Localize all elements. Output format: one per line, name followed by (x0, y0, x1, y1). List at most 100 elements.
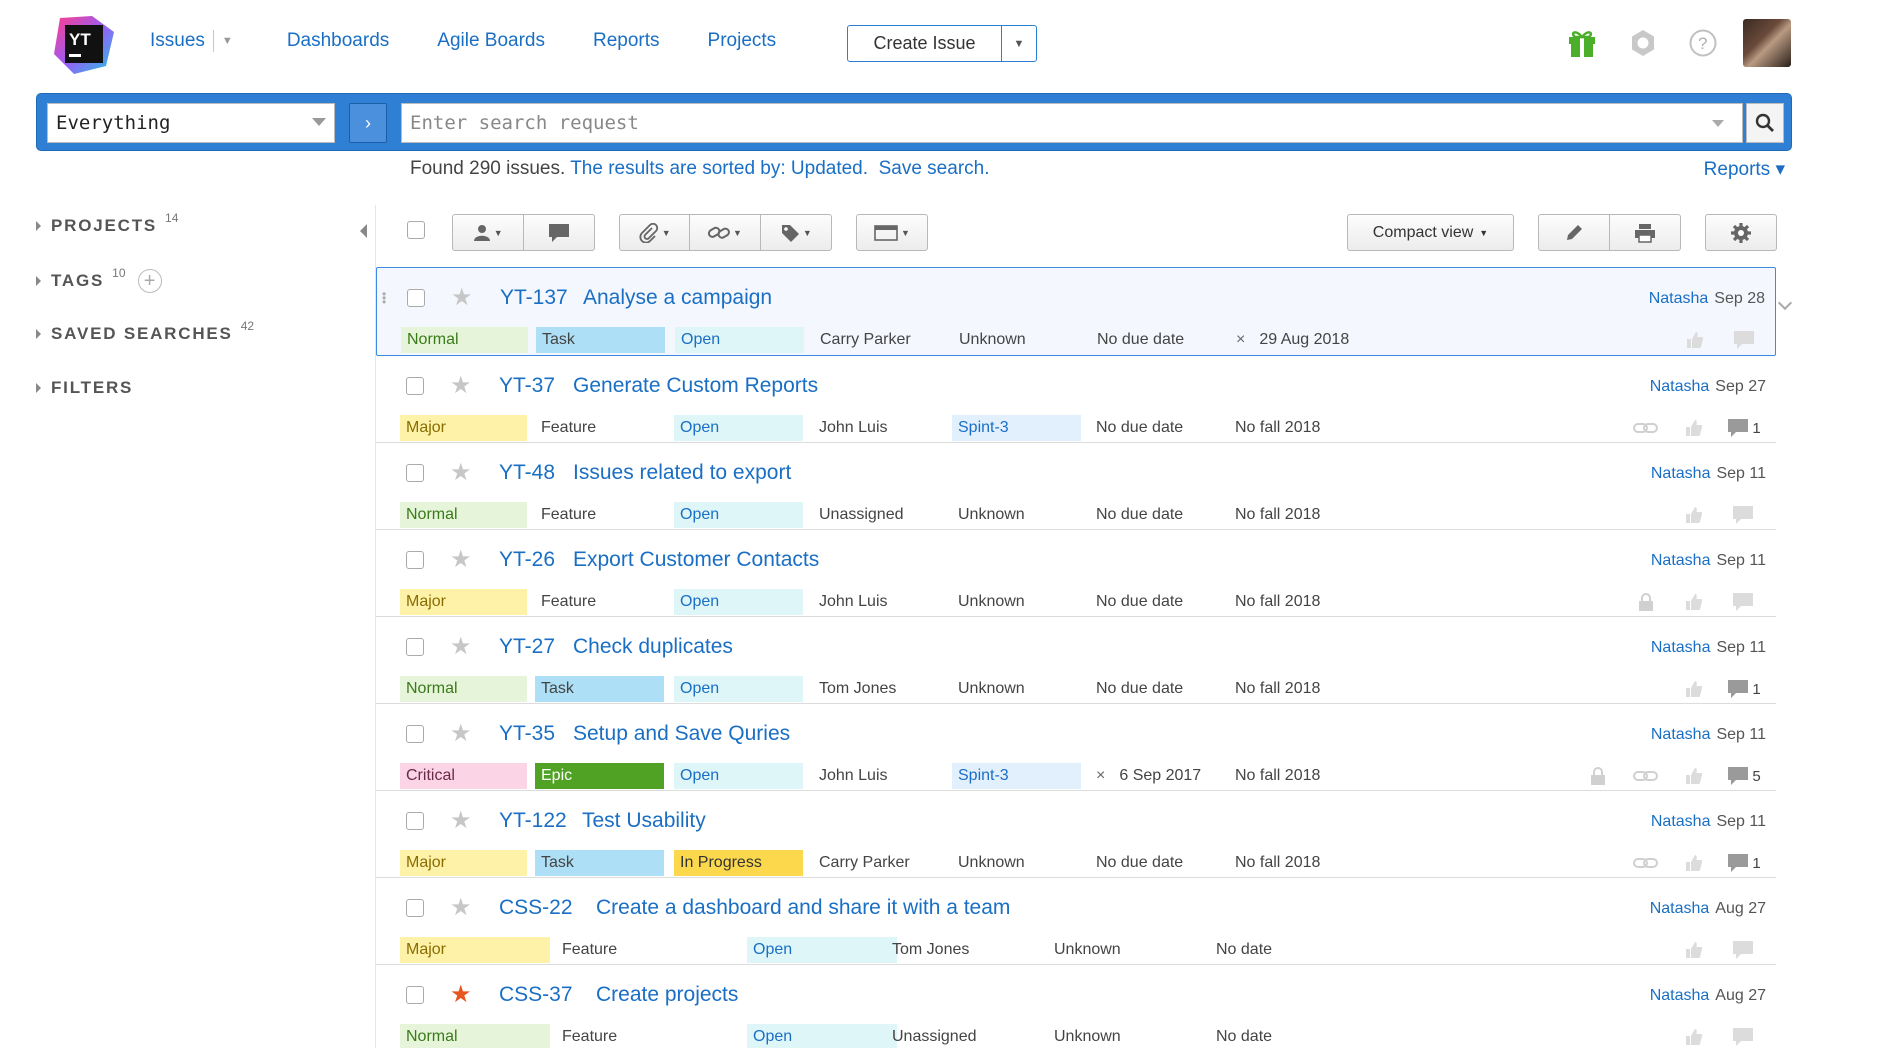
fix-version-field[interactable]: 29 Aug 2018 (1230, 327, 1355, 353)
fix-version-field[interactable]: No fall 2018 (1229, 676, 1326, 702)
assignee-field[interactable]: Tom Jones (813, 676, 902, 702)
sprint-field[interactable]: Unknown (1048, 937, 1127, 963)
issue-id[interactable]: YT-27 (499, 635, 555, 659)
user-avatar[interactable] (1743, 19, 1791, 67)
sprint-field[interactable]: Unknown (952, 850, 1031, 876)
issue-row[interactable]: ★ YT-26 Export Customer Contacts Natasha Sep… (376, 530, 1776, 617)
link-icon[interactable] (1622, 852, 1670, 874)
due-date-field[interactable]: No due date (1090, 415, 1189, 441)
due-date-field[interactable]: No due date (1090, 589, 1189, 615)
issue-row[interactable]: ★ YT-37 Generate Custom Reports Natasha Sep … (376, 356, 1776, 443)
nav-reports[interactable]: Reports (593, 30, 660, 52)
sprint-field[interactable]: Spint-3 (952, 763, 1081, 789)
type-field[interactable]: Feature (535, 502, 664, 528)
issue-row[interactable]: • • • ★ YT-137 Analyse a campaign Natasha Sep 2… (376, 267, 1776, 356)
assignee-field[interactable]: Unassigned (813, 502, 910, 528)
search-input[interactable]: Enter search request (401, 103, 1743, 143)
due-date-field[interactable]: No date (1210, 1024, 1278, 1048)
priority-field[interactable]: Critical (400, 763, 527, 789)
comments-indicator[interactable] (1719, 329, 1771, 351)
issue-row[interactable]: ★ YT-35 Setup and Save Quries Natasha Sep 11… (376, 704, 1776, 791)
priority-field[interactable]: Normal (400, 1024, 550, 1048)
sprint-field[interactable]: Unknown (1048, 1024, 1127, 1048)
issue-checkbox[interactable] (406, 725, 424, 743)
assignee-field[interactable]: Carry Parker (814, 327, 917, 353)
star-icon[interactable]: ★ (450, 545, 472, 574)
issue-row[interactable]: ★ CSS-37 Create projects Natasha Aug 27 Norma… (376, 965, 1776, 1048)
sprint-field[interactable]: Unknown (952, 676, 1031, 702)
priority-field[interactable]: Major (400, 937, 550, 963)
thumbs-up-icon[interactable] (1670, 504, 1718, 526)
context-dropdown-icon[interactable] (312, 118, 326, 126)
assignee-field[interactable]: Unassigned (886, 1024, 983, 1048)
thumbs-up-icon[interactable] (1670, 591, 1718, 613)
issue-row[interactable]: ★ YT-48 Issues related to export Natasha Sep… (376, 443, 1776, 530)
issue-row[interactable]: ★ YT-122 Test Usability Natasha Sep 11 Major T… (376, 791, 1776, 878)
updated-by[interactable]: Natasha (1651, 465, 1711, 482)
sidebar-saved-searches[interactable]: SAVED SEARCHES 42 (36, 319, 254, 344)
issue-checkbox[interactable] (406, 638, 424, 656)
priority-field[interactable]: Major (400, 415, 527, 441)
star-icon[interactable]: ★ (450, 806, 472, 835)
comments-indicator[interactable] (1718, 504, 1770, 526)
star-icon[interactable]: ★ (450, 980, 472, 1009)
priority-field[interactable]: Normal (400, 502, 527, 528)
issue-id[interactable]: CSS-22 (499, 896, 573, 920)
assign-button[interactable]: ▼ (453, 215, 524, 250)
link-icon[interactable] (1622, 765, 1670, 787)
issue-summary[interactable]: Export Customer Contacts (573, 548, 819, 572)
apply-command-button[interactable]: ▼ (857, 215, 927, 250)
youtrack-logo[interactable]: YT (52, 14, 116, 76)
sprint-field[interactable]: Unknown (952, 502, 1031, 528)
comments-indicator[interactable]: 1 (1718, 678, 1770, 700)
updated-by[interactable]: Natasha (1650, 987, 1710, 1004)
thumbs-up-icon[interactable] (1670, 417, 1718, 439)
issue-id[interactable]: YT-35 (499, 722, 555, 746)
link-icon[interactable] (1622, 417, 1670, 439)
assignee-field[interactable]: John Luis (813, 589, 894, 615)
updated-by[interactable]: Natasha (1650, 378, 1710, 395)
comments-indicator[interactable] (1718, 939, 1770, 961)
type-field[interactable]: Epic (535, 763, 664, 789)
state-field[interactable]: Open (674, 502, 803, 528)
comment-button[interactable] (524, 215, 595, 250)
issue-checkbox[interactable] (406, 899, 424, 917)
nav-dashboards[interactable]: Dashboards (287, 30, 389, 52)
reports-dropdown[interactable]: Reports ▾ (1704, 158, 1785, 181)
sprint-field[interactable]: Spint-3 (952, 415, 1081, 441)
due-date-field[interactable]: 6 Sep 2017 (1090, 763, 1207, 789)
issue-checkbox[interactable] (407, 289, 425, 307)
select-all-checkbox[interactable] (407, 221, 425, 239)
search-button[interactable] (1746, 103, 1784, 143)
nav-issues[interactable]: Issues (150, 30, 205, 52)
fix-version-field[interactable]: No fall 2018 (1229, 763, 1326, 789)
create-issue-button[interactable]: Create Issue ▼ (847, 25, 1037, 62)
issue-checkbox[interactable] (406, 812, 424, 830)
star-icon[interactable]: ★ (450, 632, 472, 661)
nav-agile-boards[interactable]: Agile Boards (437, 30, 545, 52)
context-go-button[interactable]: › (349, 103, 387, 143)
state-field[interactable]: Open (674, 589, 803, 615)
search-history-dropdown-icon[interactable] (1712, 120, 1724, 127)
assignee-field[interactable]: John Luis (813, 763, 894, 789)
updated-by[interactable]: Natasha (1651, 552, 1711, 569)
star-icon[interactable]: ★ (450, 371, 472, 400)
type-field[interactable]: Task (535, 850, 664, 876)
collapse-sidebar-icon[interactable] (360, 224, 367, 238)
updated-by[interactable]: Natasha (1651, 639, 1711, 656)
issue-id[interactable]: YT-122 (499, 809, 567, 833)
due-date-field[interactable]: No due date (1090, 850, 1189, 876)
state-field[interactable]: Open (674, 676, 803, 702)
help-icon[interactable]: ? (1686, 26, 1720, 60)
assignee-field[interactable]: Tom Jones (886, 937, 975, 963)
edit-button[interactable] (1539, 215, 1610, 250)
due-date-field[interactable]: No due date (1091, 327, 1190, 353)
print-button[interactable] (1610, 215, 1681, 250)
comments-indicator[interactable]: 1 (1718, 417, 1770, 439)
issue-summary[interactable]: Test Usability (582, 809, 706, 833)
issue-id[interactable]: YT-48 (499, 461, 555, 485)
sort-link[interactable]: The results are sorted by: Updated. (570, 158, 868, 179)
due-date-field[interactable]: No due date (1090, 502, 1189, 528)
state-field[interactable]: Open (674, 415, 803, 441)
priority-field[interactable]: Normal (401, 327, 528, 353)
